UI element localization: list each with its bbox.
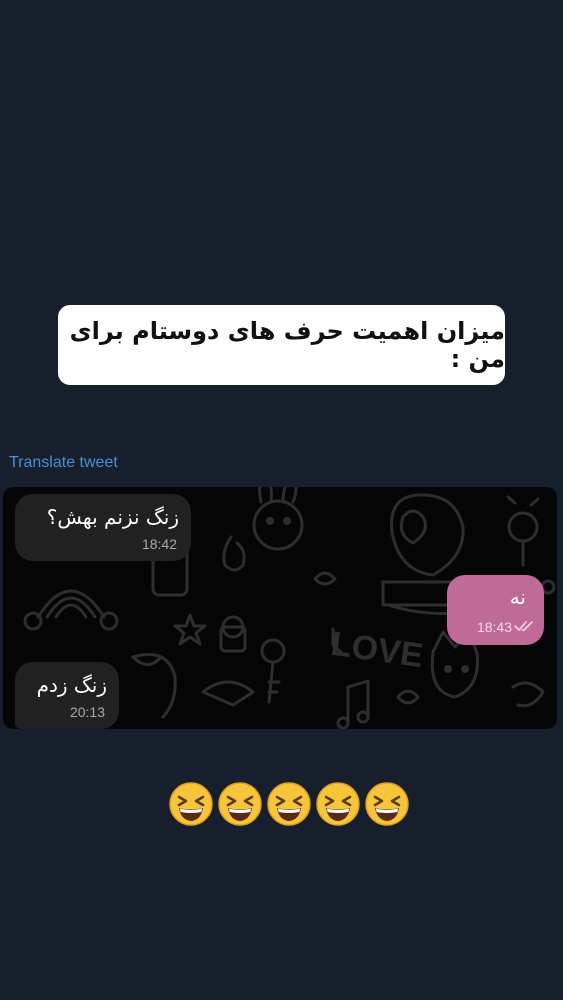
double-check-icon <box>514 621 533 631</box>
svg-text:LOVE: LOVE <box>329 625 426 676</box>
message-time: 20:13 <box>69 704 105 720</box>
grinning-squinting-face-icon <box>365 782 409 826</box>
message-text: زنگ زدم <box>36 673 107 697</box>
message-text: نه <box>509 585 526 609</box>
translate-tweet-link[interactable]: Translate tweet <box>9 454 118 472</box>
grinning-squinting-face-icon <box>218 782 262 826</box>
message-text: زنگ نزنم بهش؟ <box>46 505 179 529</box>
grinning-squinting-face-icon <box>267 782 311 826</box>
grinning-squinting-face-icon <box>316 782 360 826</box>
message-bubble-incoming[interactable]: زنگ نزنم بهش؟ 18:42 <box>15 494 191 561</box>
grinning-squinting-face-icon <box>169 782 213 826</box>
reaction-emoji-row <box>168 781 410 827</box>
caption-text: میزان اهمیت حرف های دوستام برای من : <box>69 317 505 373</box>
message-bubble-outgoing[interactable]: نه 18:43 <box>447 575 544 645</box>
message-time: 18:43 <box>476 619 512 635</box>
message-time: 18:42 <box>141 536 177 552</box>
caption-card: میزان اهمیت حرف های دوستام برای من : <box>58 305 505 385</box>
chat-screenshot: LOVE زنگ نزنم بهش؟ 18:42 نه 18:43 زنگ زد… <box>3 487 557 729</box>
message-bubble-incoming[interactable]: زنگ زدم 20:13 <box>15 662 119 729</box>
